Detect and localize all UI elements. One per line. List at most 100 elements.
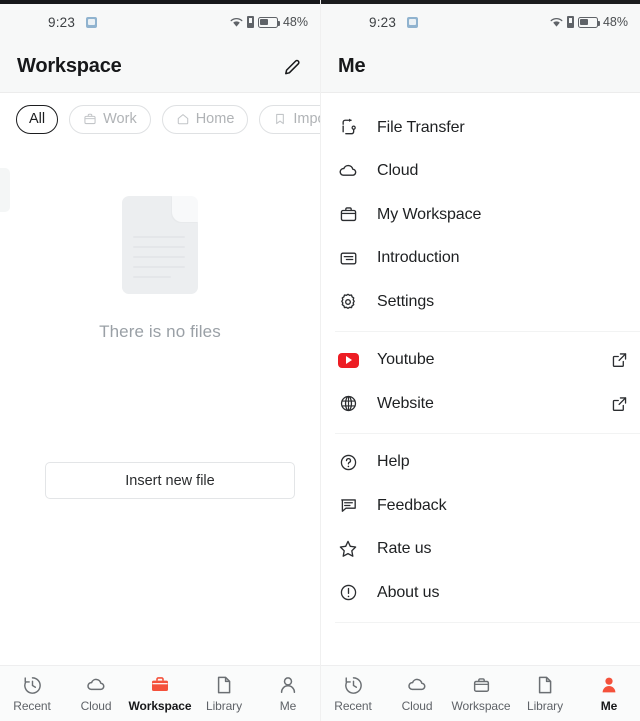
menu-label: File Transfer	[377, 118, 465, 136]
nav-item-workspace[interactable]: Workspace	[128, 674, 192, 713]
filter-chips-row[interactable]: All Work Home Import	[0, 93, 320, 145]
chip-home[interactable]: Home	[161, 104, 249, 134]
edit-pencil-icon[interactable]	[280, 53, 306, 79]
menu-label: My Workspace	[377, 205, 482, 223]
left-panel-workspace: 9:23 48% Workspace All Work Home Imp The…	[0, 0, 320, 721]
nav-item-recent[interactable]: Recent	[321, 674, 385, 713]
empty-state: There is no files	[0, 196, 320, 342]
battery-icon	[257, 16, 281, 28]
bottom-nav-right[interactable]: Recent Cloud Workspace Library Me	[321, 665, 640, 721]
cloud-icon	[85, 674, 107, 696]
battery-percent: 48%	[602, 15, 628, 29]
page-title: Me	[338, 54, 366, 77]
chip-work[interactable]: Work	[69, 104, 151, 134]
menu-item-website[interactable]: Website	[321, 382, 640, 426]
info-circle-icon	[335, 580, 361, 606]
menu-label: Rate us	[377, 540, 432, 558]
wifi-icon	[230, 17, 243, 28]
chip-label: Import	[293, 111, 320, 127]
wifi-icon	[550, 17, 563, 28]
battery-icon	[577, 16, 601, 28]
chip-label: All	[29, 111, 46, 127]
menu-group-primary: File Transfer Cloud My Workspace Introdu…	[321, 99, 640, 331]
left-app-header: Workspace	[0, 40, 320, 92]
nav-item-cloud[interactable]: Cloud	[385, 674, 449, 713]
status-time: 9:23	[48, 14, 76, 30]
nav-item-me[interactable]: Me	[256, 674, 320, 713]
nav-label: Cloud	[401, 699, 433, 713]
help-circle-icon	[335, 449, 361, 475]
bottom-nav-left[interactable]: Recent Cloud Workspace Library Me	[0, 665, 320, 721]
briefcase-icon	[335, 202, 361, 228]
me-menu: File Transfer Cloud My Workspace Introdu…	[321, 93, 640, 623]
menu-item-rate-us[interactable]: Rate us	[321, 528, 640, 572]
status-bar-right: 9:23 48%	[321, 4, 640, 40]
menu-label: About us	[377, 583, 440, 601]
feedback-icon	[335, 493, 361, 519]
nav-item-recent[interactable]: Recent	[0, 674, 64, 713]
history-icon	[21, 674, 43, 696]
document-placeholder-icon	[122, 196, 198, 294]
nav-label: Me	[279, 699, 297, 713]
nav-label: Library	[527, 699, 563, 713]
menu-item-my-workspace[interactable]: My Workspace	[321, 193, 640, 237]
menu-divider-3	[335, 621, 640, 623]
chip-all[interactable]: All	[16, 104, 59, 134]
gear-icon	[335, 289, 361, 315]
briefcase-icon	[149, 674, 171, 696]
nav-label: Workspace	[128, 699, 192, 713]
person-icon	[277, 674, 299, 696]
person-icon	[598, 674, 620, 696]
sim-card-icon	[246, 16, 254, 28]
star-icon	[335, 536, 361, 562]
insert-new-file-button[interactable]: Insert new file	[45, 462, 295, 499]
globe-icon	[335, 391, 361, 417]
page-title: Workspace	[17, 54, 122, 77]
dual-pane-screenshot: 9:23 48% Workspace All Work Home Imp The…	[0, 0, 640, 721]
page-fold	[172, 196, 198, 222]
chip-import[interactable]: Import	[259, 104, 320, 134]
menu-item-youtube[interactable]: Youtube	[321, 339, 640, 383]
menu-label: Cloud	[377, 162, 419, 180]
menu-label: Help	[377, 453, 410, 471]
menu-item-cloud[interactable]: Cloud	[321, 150, 640, 194]
nav-item-me[interactable]: Me	[577, 674, 640, 713]
document-icon	[213, 674, 235, 696]
history-icon	[342, 674, 364, 696]
menu-label: Youtube	[377, 351, 435, 369]
status-time: 9:23	[369, 14, 397, 30]
menu-item-about-us[interactable]: About us	[321, 571, 640, 615]
sim-card-icon	[566, 16, 574, 28]
status-indicators: 48%	[230, 15, 308, 29]
nav-item-library[interactable]: Library	[192, 674, 256, 713]
article-icon	[335, 245, 361, 271]
briefcase-icon	[470, 674, 492, 696]
menu-label: Introduction	[377, 249, 460, 267]
nav-label: Recent	[13, 699, 51, 713]
empty-state-message: There is no files	[99, 322, 221, 341]
cloud-icon	[406, 674, 428, 696]
menu-group-links: Youtube Website	[321, 332, 640, 433]
right-app-header: Me	[321, 40, 640, 92]
nav-item-workspace[interactable]: Workspace	[449, 674, 513, 713]
chip-label: Home	[195, 111, 235, 127]
nav-item-library[interactable]: Library	[513, 674, 577, 713]
nav-label: Cloud	[80, 699, 112, 713]
document-icon	[534, 674, 556, 696]
menu-item-file-transfer[interactable]: File Transfer	[321, 106, 640, 150]
menu-item-introduction[interactable]: Introduction	[321, 237, 640, 281]
nav-label: Workspace	[451, 699, 511, 713]
menu-item-help[interactable]: Help	[321, 441, 640, 485]
nav-label: Library	[206, 699, 242, 713]
nav-label: Me	[600, 699, 618, 713]
menu-label: Website	[377, 394, 434, 412]
menu-item-settings[interactable]: Settings	[321, 280, 640, 324]
battery-percent: 48%	[282, 15, 308, 29]
right-panel-me: 9:23 48% Me File Transfer Cloud My Works…	[320, 0, 640, 721]
menu-group-support: Help Feedback Rate us About us	[321, 434, 640, 622]
nav-item-cloud[interactable]: Cloud	[64, 674, 128, 713]
menu-item-feedback[interactable]: Feedback	[321, 484, 640, 528]
status-indicators: 48%	[550, 15, 628, 29]
app-notification-icon	[86, 16, 97, 28]
external-link-icon	[611, 352, 628, 369]
